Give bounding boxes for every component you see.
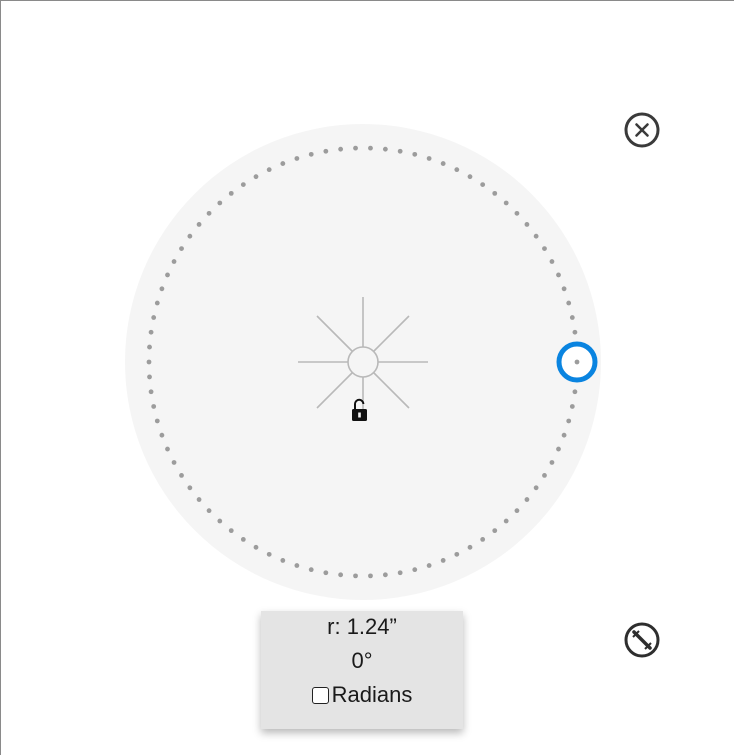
ring-dot	[147, 374, 152, 380]
ring-dot	[569, 315, 575, 320]
ring-dot	[280, 161, 286, 166]
canvas-frame: r: 1.24” 0° Radians	[0, 0, 734, 755]
ring-dot	[426, 156, 432, 161]
ring-dot	[503, 518, 509, 524]
ring-dot	[549, 259, 555, 264]
ring-dot	[266, 551, 272, 557]
ring-dot	[146, 359, 152, 365]
ring-dot	[397, 148, 403, 154]
ring-dot	[240, 182, 246, 187]
radians-toggle-row[interactable]: Radians	[261, 682, 463, 708]
angle-readout: 0°	[351, 648, 373, 673]
ring-dot	[353, 573, 358, 579]
ring-dot	[154, 418, 160, 424]
ring-dot	[566, 418, 572, 424]
ring-dot	[440, 161, 446, 166]
rotation-handle[interactable]	[556, 341, 598, 383]
close-protractor-button[interactable]	[620, 108, 664, 152]
ring-dot	[412, 567, 418, 573]
ring-dot	[412, 151, 418, 157]
ring-dot	[566, 300, 572, 306]
ring-dot	[524, 497, 530, 502]
ring-dot	[196, 222, 202, 227]
ring-dot	[151, 315, 157, 320]
ring-dot	[253, 544, 259, 550]
ring-dot	[228, 190, 234, 196]
ruler-slash-icon	[624, 622, 660, 658]
ring-dot	[323, 570, 329, 576]
ring-dot	[440, 558, 446, 563]
ring-dot	[353, 145, 358, 151]
ring-dot	[368, 145, 373, 151]
ring-dot	[524, 222, 530, 227]
ring-dot	[503, 200, 509, 206]
ring-dot	[294, 563, 300, 568]
close-circle-icon	[624, 112, 660, 148]
ring-dot	[492, 190, 498, 196]
ring-dot	[148, 389, 154, 395]
ring-dot	[171, 259, 177, 264]
ring-dot	[151, 404, 157, 409]
ring-dot	[154, 300, 160, 306]
radians-label: Radians	[331, 682, 413, 707]
ring-dot	[533, 233, 539, 239]
ring-dot	[206, 508, 212, 514]
ring-dot	[217, 518, 223, 524]
ring-dot	[159, 432, 165, 438]
ring-dot	[561, 286, 567, 292]
ring-dot	[323, 148, 329, 154]
ring-dot	[253, 174, 259, 180]
ring-dot	[454, 551, 460, 557]
ring-dot	[454, 167, 460, 173]
ring-dot	[280, 558, 286, 563]
ring-dot	[533, 485, 539, 491]
ring-dot	[187, 233, 193, 239]
ring-dot	[561, 432, 567, 438]
ring-dot	[467, 544, 473, 550]
ring-dot	[240, 537, 246, 542]
ring-dot	[196, 497, 202, 502]
ring-dot	[179, 246, 184, 252]
ring-dot	[542, 246, 547, 252]
measurement-readout: r: 1.24” 0° Radians	[261, 611, 463, 729]
ring-dot	[467, 174, 473, 180]
ring-dot	[480, 537, 486, 542]
ring-dot	[569, 404, 575, 409]
ring-dot	[338, 146, 344, 152]
ring-dot	[368, 573, 373, 579]
ring-dot	[171, 460, 177, 465]
ring-dot	[397, 570, 403, 576]
ring-dot	[572, 389, 578, 395]
ring-dot	[549, 460, 555, 465]
ring-dot	[159, 286, 165, 292]
ring-dot	[266, 167, 272, 173]
ring-dot	[514, 508, 520, 514]
radians-checkbox[interactable]	[311, 686, 329, 704]
ring-dot	[572, 329, 578, 335]
ring-dot	[480, 182, 486, 187]
ring-dot	[217, 200, 223, 206]
ring-dot	[308, 151, 314, 157]
ring-dot	[382, 146, 388, 152]
radius-readout: r: 1.24”	[327, 614, 397, 639]
ring-dot	[179, 473, 184, 478]
ring-dot	[206, 210, 212, 216]
ring-dot	[492, 528, 498, 534]
ring-dot	[147, 344, 152, 350]
ring-dot	[338, 572, 344, 578]
ring-dot	[228, 528, 234, 534]
ring-dot	[165, 272, 170, 278]
ring-dot	[165, 446, 170, 452]
ring-dot	[294, 156, 300, 161]
ring-dot	[556, 272, 561, 278]
ring-dot	[187, 485, 193, 491]
ring-dot	[542, 473, 547, 478]
ring-dot	[426, 563, 432, 568]
ruler-toggle-button[interactable]	[620, 618, 664, 662]
ring-dot	[148, 329, 154, 335]
ring-dot	[308, 567, 314, 573]
ring-dot	[514, 210, 520, 216]
ring-dot	[382, 572, 388, 578]
ring-dot	[556, 446, 561, 452]
